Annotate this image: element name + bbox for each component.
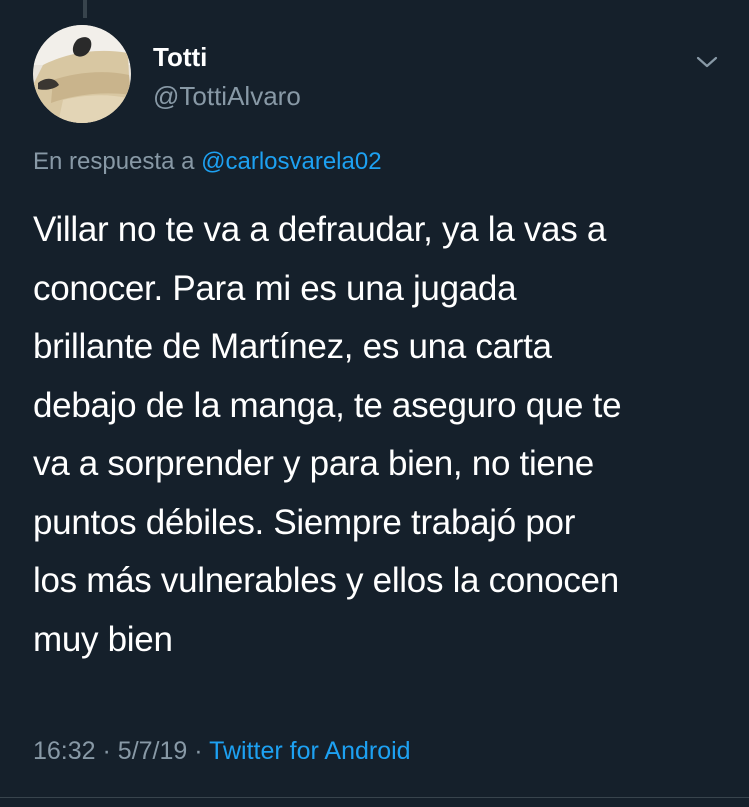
avatar-photo (33, 25, 131, 123)
author-handle[interactable]: @TottiAlvaro (153, 81, 301, 111)
separator-dot: · (194, 737, 203, 765)
avatar[interactable] (33, 25, 131, 123)
separator-dot: · (102, 737, 111, 765)
divider (0, 797, 749, 798)
reply-prefix: En respuesta a (33, 148, 195, 175)
author-display-name[interactable]: Totti (153, 42, 207, 72)
reply-context: En respuesta a @carlosvarela02 (33, 147, 382, 177)
chevron-down-icon[interactable] (693, 50, 721, 74)
tweet-time[interactable]: 16:32 (33, 737, 96, 765)
tweet-source-link[interactable]: Twitter for Android (209, 737, 410, 765)
tweet-date[interactable]: 5/7/19 (118, 737, 188, 765)
reply-mention-link[interactable]: @carlosvarela02 (201, 148, 381, 175)
thread-connector-line (83, 0, 87, 18)
tweet-metadata: 16:32 · 5/7/19 · Twitter for Android (33, 735, 411, 767)
tweet-text: Villar no te va a defraudar, ya la vas a… (33, 210, 622, 659)
